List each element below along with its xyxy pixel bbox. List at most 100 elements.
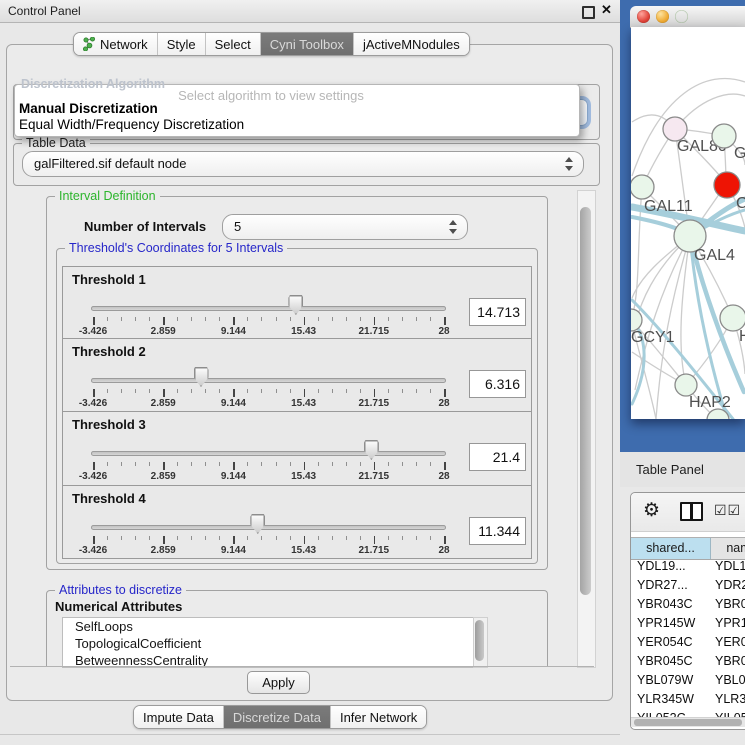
table-data-group-title: Table Data	[22, 136, 90, 150]
tab-impute-data[interactable]: Impute Data	[134, 706, 224, 728]
slider-tick	[374, 317, 376, 325]
slider-thumb[interactable]	[364, 440, 379, 460]
zoom-traffic-light[interactable]	[675, 10, 688, 23]
network-node-hap2[interactable]	[675, 374, 697, 396]
discretization-algorithm-group-title: Discretization Algorithm	[21, 77, 165, 91]
table-row[interactable]: YDR27...YDR27...	[631, 576, 745, 595]
slider-tick	[374, 389, 376, 397]
tick-label: -3.426	[68, 398, 118, 409]
slider-thumb[interactable]	[250, 514, 265, 534]
close-traffic-light[interactable]	[637, 10, 650, 23]
interval-definition-group-title: Interval Definition	[55, 189, 160, 203]
slider-tick	[261, 317, 262, 321]
table-row[interactable]: YBR045CYBR045C	[631, 652, 745, 671]
tab-network[interactable]: Network	[74, 33, 158, 55]
tab-label: Infer Network	[340, 710, 417, 725]
slider-tick	[346, 536, 347, 540]
tab-select[interactable]: Select	[206, 33, 261, 55]
table-horizontal-scrollbar[interactable]	[631, 717, 745, 727]
menu-item-manual-discretization[interactable]: Manual Discretization	[19, 101, 158, 116]
table-row[interactable]: YDL19...YDL19...	[631, 557, 745, 576]
slider-tick	[304, 462, 306, 470]
slider-track[interactable]	[91, 451, 446, 456]
tick-label: 15.43	[279, 398, 329, 409]
apply-button[interactable]: Apply	[247, 671, 310, 694]
slider-tick	[402, 462, 403, 466]
table-row[interactable]: YBL079WYBL079W	[631, 671, 745, 690]
network-graph: GAL80GACGAL11GAL4GCY1HHAP2	[631, 27, 745, 419]
node-label: HAP2	[689, 394, 731, 411]
slider-tick	[416, 462, 417, 466]
settings-scrollbar[interactable]	[577, 190, 596, 668]
float-window-icon[interactable]	[582, 6, 595, 19]
threshold-value-field[interactable]: 21.4	[469, 443, 526, 471]
slider-tick	[430, 462, 431, 466]
tab-style[interactable]: Style	[158, 33, 206, 55]
number-of-intervals-combobox[interactable]: 5	[222, 214, 468, 240]
network-canvas[interactable]: GAL80GACGAL11GAL4GCY1HHAP2	[631, 27, 745, 419]
scrollbar-thumb[interactable]	[580, 207, 591, 595]
columns-icon[interactable]	[680, 502, 703, 521]
attribute-list-item[interactable]: TopologicalCoefficient	[63, 635, 473, 652]
attribute-list-item[interactable]: SelfLoops	[63, 618, 473, 635]
column-header-shared-name[interactable]: shared...	[631, 538, 711, 559]
tab-jactivemnodules[interactable]: jActiveMNodules	[354, 33, 469, 55]
table-row[interactable]: YER054CYER054C	[631, 633, 745, 652]
column-header-name[interactable]: name	[711, 538, 745, 559]
numerical-attributes-list[interactable]: SelfLoopsTopologicalCoefficientBetweenne…	[62, 617, 474, 668]
tick-label: 15.43	[279, 545, 329, 556]
tab-infer-network[interactable]: Infer Network	[331, 706, 426, 728]
slider-thumb[interactable]	[194, 367, 209, 387]
gear-icon[interactable]: ⚙	[643, 499, 660, 522]
network-node-gcy1[interactable]	[631, 309, 642, 331]
slider-track[interactable]	[91, 306, 446, 311]
tick-label: 21.715	[349, 326, 399, 337]
threshold-value-field[interactable]: 6.316	[469, 370, 526, 398]
menu-item-equal-width-frequency[interactable]: Equal Width/Frequency Discretization	[19, 117, 244, 132]
tick-label: 9.144	[208, 471, 258, 482]
network-node-ga[interactable]	[712, 124, 736, 148]
tab-label: Discretize Data	[233, 710, 321, 725]
threshold-2-panel: Threshold 2-3.4262.8599.14415.4321.71528…	[62, 338, 532, 413]
cell-shared-name: YPR145W	[637, 614, 709, 633]
table-toolbar: ⚙ ☑☑	[631, 493, 745, 532]
threshold-1-panel: Threshold 1-3.4262.8599.14415.4321.71528…	[62, 266, 532, 340]
threshold-value-field[interactable]: 11.344	[469, 517, 526, 545]
slider-tick	[233, 389, 235, 397]
threshold-value-field[interactable]: 14.713	[469, 298, 526, 326]
table-row[interactable]: YLR345WYLR345W	[631, 690, 745, 709]
scrollbar-thumb[interactable]	[475, 620, 484, 661]
tab-discretize-data[interactable]: Discretize Data	[224, 706, 331, 728]
slider-tick	[93, 462, 95, 470]
slider-tick	[304, 389, 306, 397]
tick-label: 28	[419, 471, 469, 482]
tick-label: -3.426	[68, 471, 118, 482]
slider-tick	[247, 536, 248, 540]
tick-label: 9.144	[208, 326, 258, 337]
close-icon[interactable]: ✕	[601, 2, 612, 18]
minimize-traffic-light[interactable]	[656, 10, 669, 23]
slider-tick	[388, 536, 389, 540]
top-tab-strip: NetworkStyleSelectCyni ToolboxjActiveMNo…	[73, 32, 470, 56]
thresholds-group-title: Threshold's Coordinates for 5 Intervals	[65, 241, 287, 255]
slider-tick	[388, 317, 389, 321]
slider-tick	[121, 317, 122, 321]
slider-track[interactable]	[91, 378, 446, 383]
slider-thumb[interactable]	[288, 295, 303, 315]
network-node-gal11[interactable]	[631, 175, 654, 199]
slider-track[interactable]	[91, 525, 446, 530]
table-data-combobox[interactable]: galFiltered.sif default node	[22, 151, 584, 177]
tab-cyni-toolbox[interactable]: Cyni Toolbox	[261, 33, 354, 55]
network-icon	[83, 37, 96, 51]
slider-tick	[261, 462, 262, 466]
scrollbar-thumb[interactable]	[634, 719, 742, 726]
checkbox-icons[interactable]: ☑☑	[714, 502, 741, 519]
slider-tick	[107, 389, 108, 393]
slider-tick	[276, 536, 277, 540]
slider-tick	[247, 317, 248, 321]
table-row[interactable]: YPR145WYPR145W	[631, 614, 745, 633]
slider-tick	[93, 317, 95, 325]
cell-shared-name: YDL19...	[637, 557, 709, 576]
attributes-list-scrollbar[interactable]	[473, 617, 488, 668]
table-row[interactable]: YBR043CYBR043C	[631, 595, 745, 614]
